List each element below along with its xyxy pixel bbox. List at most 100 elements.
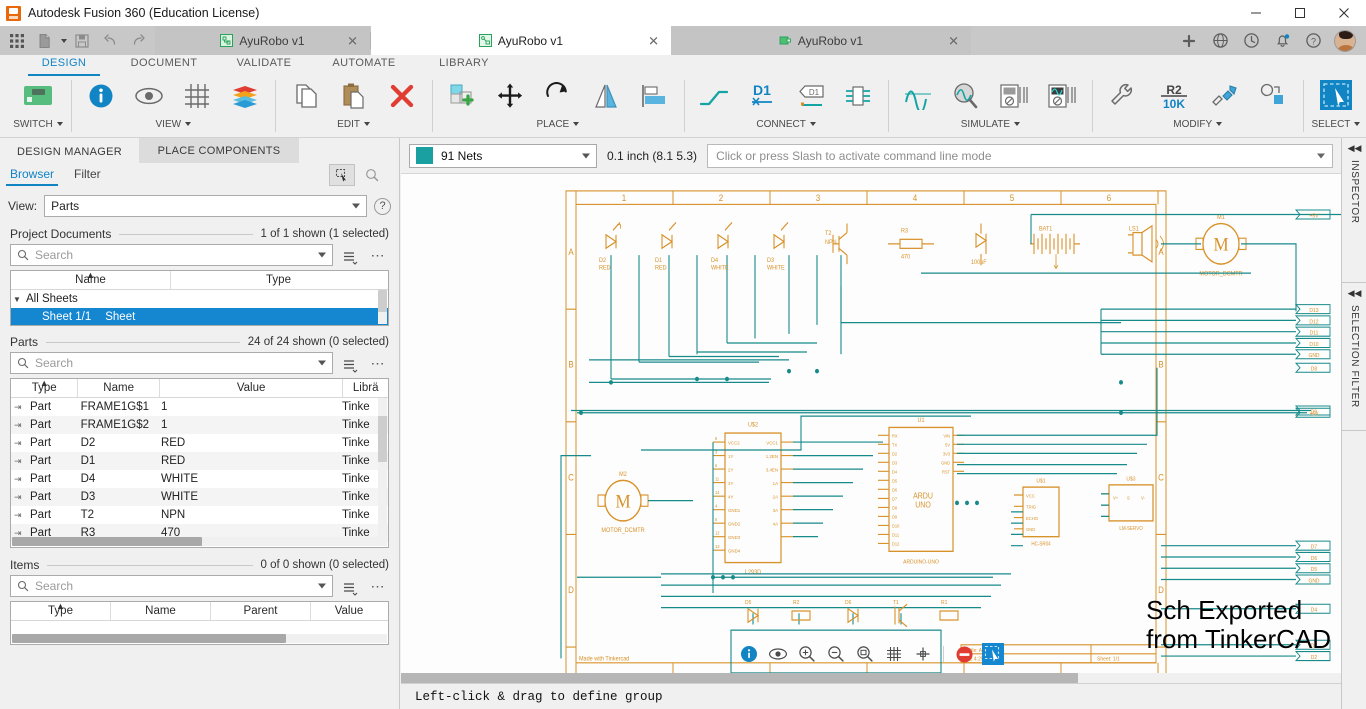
selection-filter-panel-collapsed[interactable]: ◀◀ SELECTION FILTER: [1342, 283, 1366, 431]
move-icon[interactable]: [487, 75, 533, 117]
column-header-parent[interactable]: Parent: [211, 602, 311, 620]
collapse-icon[interactable]: ◀◀: [1348, 143, 1362, 154]
copy-icon[interactable]: [283, 75, 329, 117]
column-header-type[interactable]: Type: [171, 271, 386, 289]
maximize-button[interactable]: [1278, 0, 1322, 26]
snap-button[interactable]: [912, 643, 934, 665]
vertical-scrollbar[interactable]: [378, 398, 387, 546]
add-component-icon[interactable]: [439, 75, 485, 117]
chevron-down-icon[interactable]: [185, 122, 191, 126]
clock-icon[interactable]: [1237, 27, 1265, 55]
waveform-icon[interactable]: [895, 75, 941, 117]
select-mode-icon[interactable]: [329, 164, 355, 186]
undo-icon[interactable]: [97, 28, 123, 54]
schematic-canvas[interactable]: 123 456 ABCD ABCD: [401, 173, 1341, 709]
table-row[interactable]: ⇥PartD2REDTinke: [11, 434, 388, 452]
name-icon[interactable]: D1: [739, 75, 785, 117]
document-tab-1[interactable]: AyuRobo v1 ✕: [155, 26, 370, 55]
save-icon[interactable]: [69, 28, 95, 54]
table-row[interactable]: ⇥PartD3WHITETinke: [11, 488, 388, 506]
table-row[interactable]: ⇥PartFRAME1G$21Tinke: [11, 416, 388, 434]
column-header-library[interactable]: Librä: [343, 379, 388, 397]
zoom-fit-button[interactable]: [854, 643, 876, 665]
column-header-value[interactable]: Value: [311, 602, 387, 620]
more-options-icon[interactable]: ⋯: [367, 353, 389, 373]
table-row[interactable]: Sheet 1/1 Sheet: [11, 308, 388, 326]
new-document-icon[interactable]: [32, 28, 58, 54]
collapse-icon[interactable]: ◀◀: [1348, 288, 1362, 299]
chevron-down-icon[interactable]: [1216, 122, 1222, 126]
zoom-in-button[interactable]: [796, 643, 818, 665]
chevron-down-icon[interactable]: [318, 584, 326, 589]
column-header-type[interactable]: ▲ Type: [11, 379, 78, 397]
replace-icon[interactable]: [1202, 75, 1248, 117]
list-options-icon[interactable]: [339, 353, 361, 373]
info-button[interactable]: [738, 643, 760, 665]
subtab-browser[interactable]: Browser: [10, 167, 54, 186]
add-tab-button[interactable]: [1175, 27, 1203, 55]
net-selector[interactable]: 91 Nets: [409, 144, 597, 168]
chevron-down-icon[interactable]: [573, 122, 579, 126]
label-icon[interactable]: D1: [787, 75, 833, 117]
attribute-icon[interactable]: [1250, 75, 1296, 117]
close-tab-icon[interactable]: ✕: [948, 34, 959, 47]
globe-icon[interactable]: [1206, 27, 1234, 55]
grid-button[interactable]: [883, 643, 905, 665]
bell-icon[interactable]: [1268, 27, 1296, 55]
app-grid-icon[interactable]: [4, 28, 30, 54]
horizontal-scrollbar[interactable]: [12, 537, 378, 546]
select-rect-icon[interactable]: [1310, 75, 1362, 117]
document-tab-3[interactable]: AyuRobo v1 ✕: [671, 26, 971, 55]
select-tool-button[interactable]: [982, 643, 1004, 665]
table-row[interactable]: ⇥PartD1REDTinke: [11, 452, 388, 470]
expand-toggle-icon[interactable]: ▼: [11, 295, 23, 304]
new-document-dropdown-icon[interactable]: [61, 39, 67, 43]
table-row[interactable]: ⇥PartD4WHITETinke: [11, 470, 388, 488]
scope-icon[interactable]: [1039, 75, 1085, 117]
tab-design-manager[interactable]: DESIGN MANAGER: [0, 138, 139, 163]
cancel-button[interactable]: [953, 643, 975, 665]
chevron-down-icon[interactable]: [364, 122, 370, 126]
column-header-name[interactable]: ▲ Name: [11, 271, 171, 289]
paste-icon[interactable]: [331, 75, 377, 117]
more-options-icon[interactable]: ⋯: [367, 245, 389, 265]
ribbon-tab-automate[interactable]: AUTOMATE: [314, 55, 414, 75]
minimize-button[interactable]: [1234, 0, 1278, 26]
ribbon-tab-library[interactable]: LIBRARY: [414, 55, 514, 75]
chevron-down-icon[interactable]: [57, 122, 63, 126]
chevron-down-icon[interactable]: [318, 361, 326, 366]
tab-place-components[interactable]: PLACE COMPONENTS: [139, 138, 299, 163]
table-row[interactable]: ⇥PartFRAME1G$11Tinke: [11, 398, 388, 416]
help-icon[interactable]: ?: [374, 198, 391, 215]
switch-to-pcb-icon[interactable]: [12, 75, 64, 117]
chevron-down-icon[interactable]: [1014, 122, 1020, 126]
multimeter-icon[interactable]: [991, 75, 1037, 117]
list-options-icon[interactable]: [339, 576, 361, 596]
chevron-down-icon[interactable]: [810, 122, 816, 126]
eye-icon[interactable]: [126, 75, 172, 117]
command-line-input[interactable]: Click or press Slash to activate command…: [707, 144, 1333, 168]
chevron-down-icon[interactable]: [318, 253, 326, 258]
bus-icon[interactable]: [835, 75, 881, 117]
vertical-scrollbar[interactable]: [378, 290, 387, 324]
document-tab-2[interactable]: AyuRobo v1 ✕: [371, 26, 671, 55]
net-wire-icon[interactable]: [691, 75, 737, 117]
ribbon-tab-design[interactable]: DESIGN: [14, 55, 114, 75]
zoom-to-fit-icon[interactable]: [359, 164, 385, 186]
list-options-icon[interactable]: [339, 245, 361, 265]
help-icon[interactable]: ?: [1299, 27, 1327, 55]
column-header-type[interactable]: ▲ Type: [11, 602, 111, 620]
layers-icon[interactable]: [222, 75, 268, 117]
chevron-down-icon[interactable]: [1354, 122, 1360, 126]
redo-icon[interactable]: [125, 28, 151, 54]
column-header-name[interactable]: Name: [78, 379, 159, 397]
horizontal-scrollbar[interactable]: [12, 634, 387, 643]
probe-icon[interactable]: [943, 75, 989, 117]
subtab-filter[interactable]: Filter: [74, 167, 101, 186]
view-select[interactable]: Parts: [44, 195, 367, 217]
grid-icon[interactable]: [174, 75, 220, 117]
close-tab-icon[interactable]: ✕: [347, 34, 358, 47]
close-button[interactable]: [1322, 0, 1366, 26]
value-icon[interactable]: R2 10K: [1148, 75, 1200, 117]
mirror-icon[interactable]: [583, 75, 629, 117]
